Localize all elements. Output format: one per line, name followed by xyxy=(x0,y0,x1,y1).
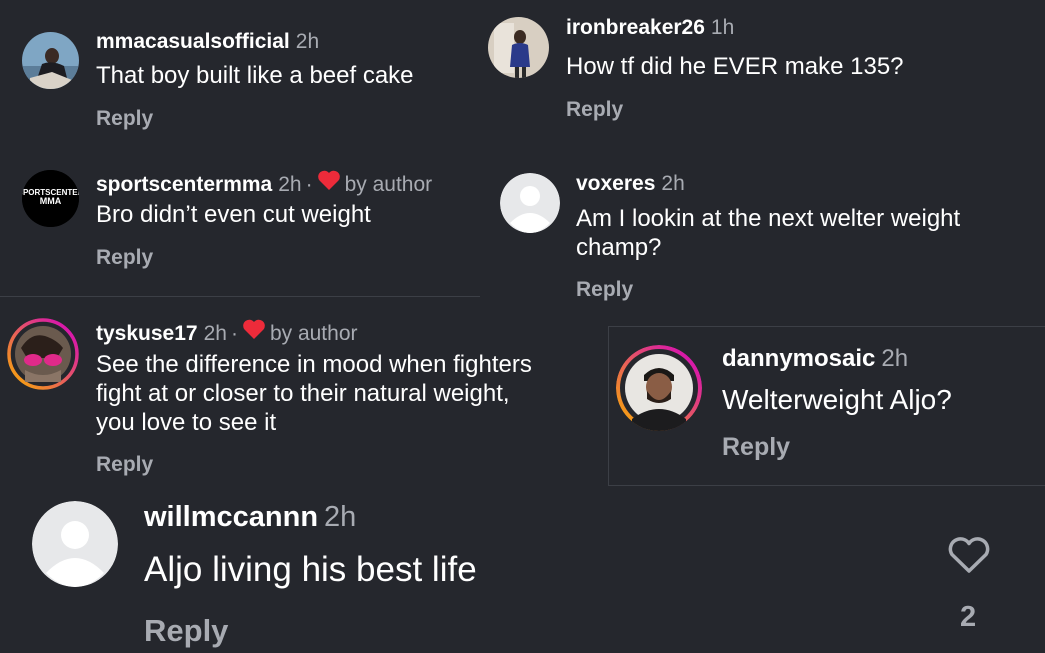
reply-button[interactable]: Reply xyxy=(96,453,153,477)
username[interactable]: dannymosaic xyxy=(722,345,875,373)
comment-mmacasualsofficial: mmacasualsofficial 2h That boy built lik… xyxy=(0,0,480,150)
comment-sportscentermma: SPORTSCENTER MMA sportscentermma 2h · by… xyxy=(0,150,480,296)
comment-ironbreaker26: ironbreaker26 1h How tf did he EVER make… xyxy=(480,0,1045,150)
username[interactable]: voxeres xyxy=(576,172,655,196)
reply-button[interactable]: Reply xyxy=(96,107,153,131)
comment-text-line-2: fight at or closer to their natural weig… xyxy=(96,380,510,407)
liked-by-author-label: by author xyxy=(269,322,358,345)
heart-filled-icon xyxy=(317,169,341,197)
comment-text-line-1: See the difference in mood when fighters xyxy=(96,351,532,378)
timestamp: 2h xyxy=(295,30,320,53)
avatar[interactable] xyxy=(488,17,549,78)
comment-meta: willmccannn 2h xyxy=(144,501,356,534)
divider xyxy=(608,485,1045,486)
timestamp: 2h xyxy=(881,345,909,372)
comment-voxeres: voxeres 2h Am I lookin at the next welte… xyxy=(480,150,1045,320)
comment-text: That boy built like a beef cake xyxy=(96,62,414,89)
default-avatar-icon[interactable] xyxy=(32,501,118,587)
comments-screenshot: mmacasualsofficial 2h That boy built lik… xyxy=(0,0,1045,653)
comment-meta: tyskuse17 2h · by author xyxy=(96,318,358,346)
heart-filled-icon xyxy=(242,318,266,346)
comment-tyskuse17: tyskuse17 2h · by author See the differe… xyxy=(0,297,608,487)
liked-by-author-label: by author xyxy=(344,173,433,196)
timestamp: 2h xyxy=(661,172,685,195)
comment-text: Welterweight Aljo? xyxy=(722,384,952,415)
avatar-logo-text-2: MMA xyxy=(40,196,62,206)
timestamp: 1h xyxy=(710,16,735,39)
comment-text: Aljo living his best life xyxy=(144,550,477,589)
comment-dannymosaic: dannymosaic 2h Welterweight Aljo? Reply xyxy=(609,327,1045,485)
comment-text-line-1: Am I lookin at the next welter weight xyxy=(576,205,961,232)
reply-button[interactable]: Reply xyxy=(144,613,228,649)
heart-outline-icon[interactable] xyxy=(947,535,991,575)
reply-button[interactable]: Reply xyxy=(566,98,623,122)
comment-text: Bro didn’t even cut weight xyxy=(96,201,371,228)
avatar[interactable] xyxy=(22,32,79,89)
reply-button[interactable]: Reply xyxy=(96,246,153,270)
avatar[interactable] xyxy=(7,318,79,390)
username[interactable]: sportscentermma xyxy=(96,173,272,197)
username[interactable]: ironbreaker26 xyxy=(566,16,705,40)
timestamp: 2h xyxy=(324,501,357,533)
comment-meta: voxeres 2h xyxy=(576,172,685,196)
default-avatar-icon[interactable] xyxy=(500,173,560,233)
username[interactable]: mmacasualsofficial xyxy=(96,30,290,54)
separator-dot: · xyxy=(305,173,313,196)
comment-willmccannn: willmccannn 2h Aljo living his best life… xyxy=(0,487,1045,653)
separator-dot: · xyxy=(230,322,238,345)
username[interactable]: willmccannn xyxy=(144,501,318,534)
timestamp: 2h xyxy=(203,322,227,345)
comment-meta: mmacasualsofficial 2h xyxy=(96,30,319,54)
avatar[interactable]: SPORTSCENTER MMA xyxy=(22,170,79,227)
comment-text: How tf did he EVER make 135? xyxy=(566,53,904,80)
comment-text-line-3: you love to see it xyxy=(96,409,277,436)
comment-meta: dannymosaic 2h xyxy=(722,345,908,373)
timestamp: 2h xyxy=(278,173,302,196)
reply-button[interactable]: Reply xyxy=(722,433,790,462)
comment-meta: sportscentermma 2h · by author xyxy=(96,169,432,197)
comment-meta: ironbreaker26 1h xyxy=(566,16,734,40)
avatar[interactable] xyxy=(616,345,702,431)
like-count: 2 xyxy=(960,601,977,633)
username[interactable]: tyskuse17 xyxy=(96,322,198,346)
comment-text-line-2: champ? xyxy=(576,234,662,261)
